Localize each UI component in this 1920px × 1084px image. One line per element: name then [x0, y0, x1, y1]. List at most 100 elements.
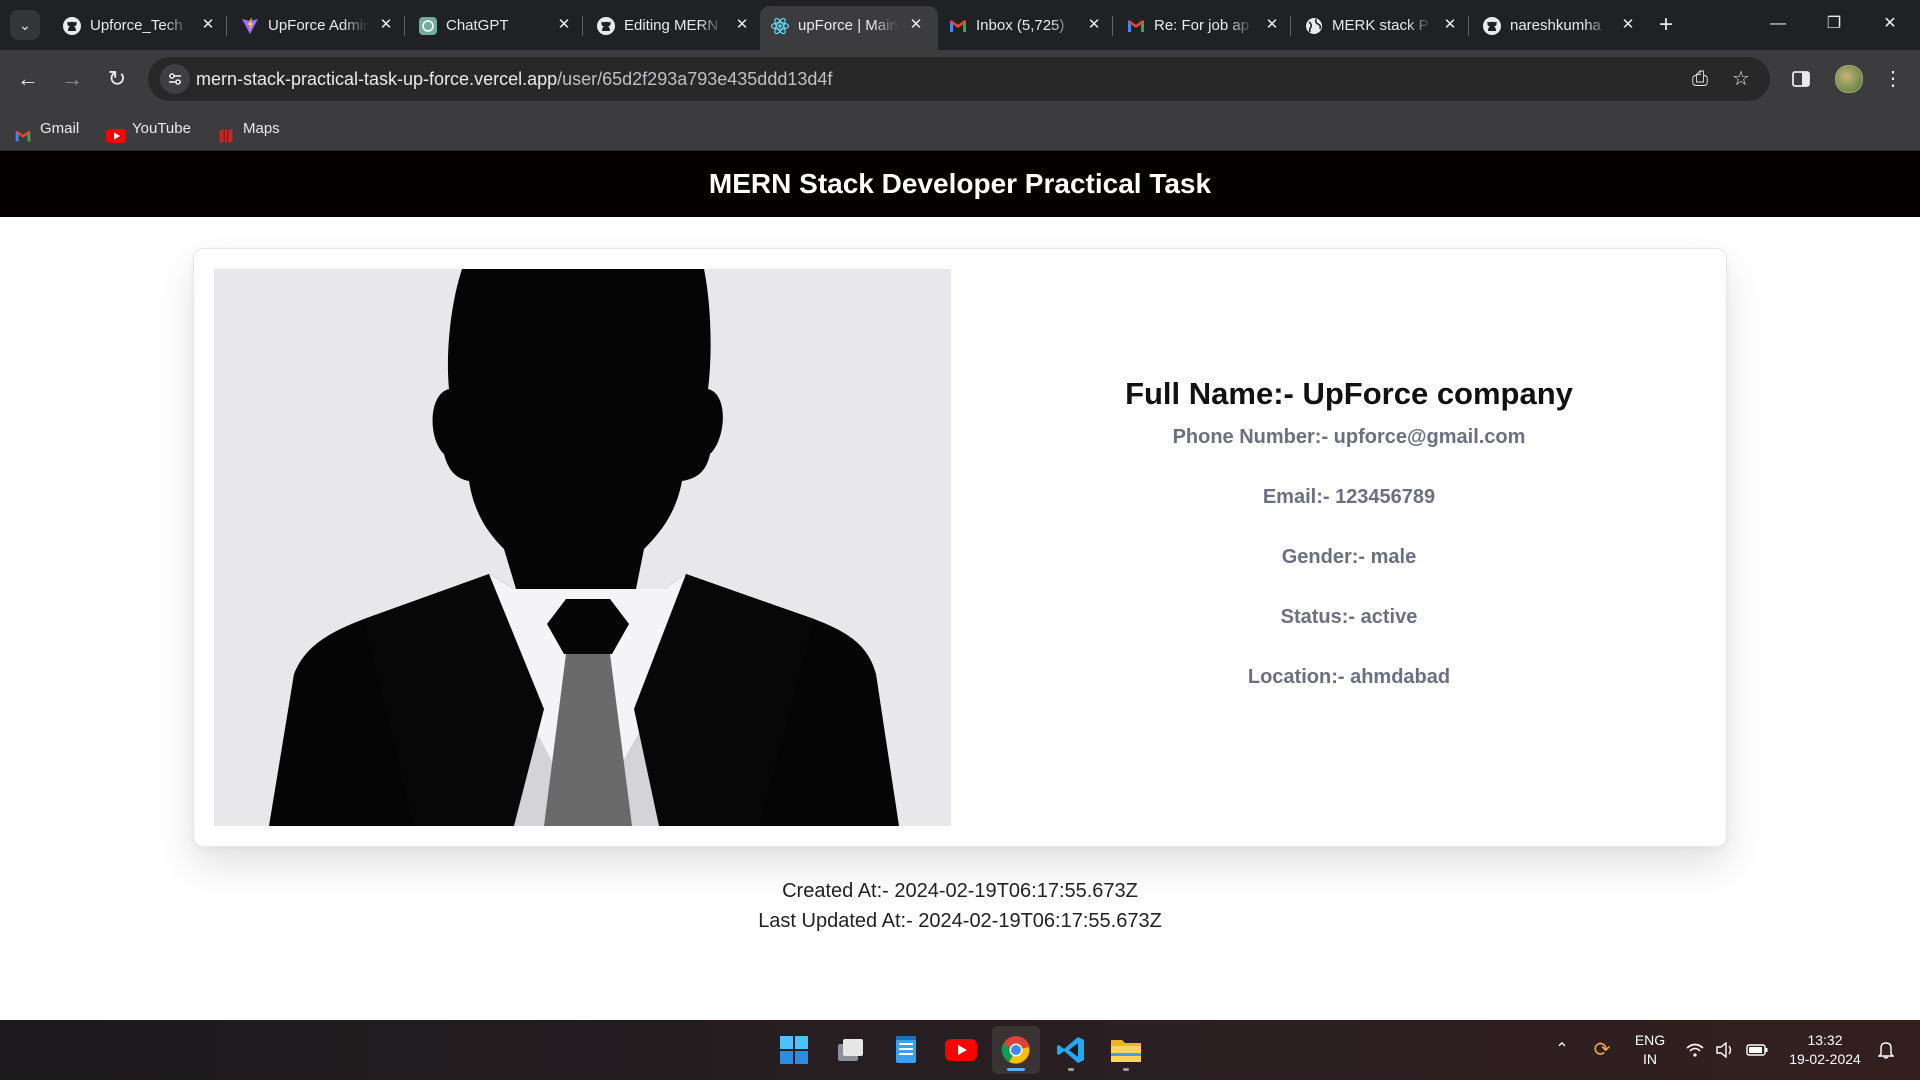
- app-header-title: MERN Stack Developer Practical Task: [708, 168, 1212, 199]
- maps-icon: [217, 120, 235, 144]
- language-indicator[interactable]: ENG IN: [1628, 1020, 1672, 1080]
- vite-icon: [240, 16, 260, 36]
- user-profile-card: Full Name:- UpForce company Phone Number…: [193, 248, 1727, 847]
- site-info-icon[interactable]: [160, 64, 190, 94]
- bookmark-label: Gmail: [40, 120, 80, 137]
- windows-taskbar: ⌃ ⟳ ENG IN 13:32 19-02-2024: [0, 1020, 1920, 1080]
- running-indicator: [1068, 1068, 1074, 1071]
- tab-editing-mern[interactable]: Editing MERN ✕: [586, 6, 764, 44]
- close-icon[interactable]: ✕: [1084, 15, 1104, 35]
- gmail-icon: [948, 16, 968, 36]
- tab-inbox[interactable]: Inbox (5,725) ✕: [938, 6, 1116, 44]
- last-updated-at: Last Updated At:- 2024-02-19T06:17:55.67…: [758, 910, 1162, 932]
- tab-search-button[interactable]: ⌄: [10, 10, 40, 40]
- address-bar[interactable]: mern-stack-practical-task-up-force.verce…: [148, 57, 1770, 101]
- task-view-icon[interactable]: [826, 1026, 874, 1074]
- tab-upforce-main[interactable]: upForce | Main ✕: [760, 6, 938, 50]
- close-icon[interactable]: ✕: [1440, 15, 1460, 35]
- tab-strip: ⌄ Upforce_Tech ✕ UpForce Admin ✕ ChatGPT…: [0, 0, 1920, 50]
- language-code: ENG: [1634, 1032, 1666, 1048]
- person-silhouette-icon: [214, 269, 951, 826]
- browser-menu-icon[interactable]: ⋮: [1878, 64, 1908, 94]
- youtube-icon: [106, 120, 126, 143]
- windows-start-icon[interactable]: [770, 1026, 818, 1074]
- region-code: IN: [1643, 1051, 1657, 1067]
- close-icon[interactable]: ✕: [554, 15, 574, 35]
- phone-number: Phone Number:- upforce@gmail.com: [1172, 426, 1526, 448]
- created-at: Created At:- 2024-02-19T06:17:55.673Z: [782, 880, 1138, 902]
- clock-time: 13:32: [1807, 1032, 1843, 1048]
- tab-separator: [1290, 16, 1291, 36]
- tab-chatgpt[interactable]: ChatGPT ✕: [408, 6, 586, 44]
- profile-details: Full Name:- UpForce company Phone Number…: [972, 249, 1726, 846]
- close-icon[interactable]: ✕: [732, 15, 752, 35]
- full-name: Full Name:- UpForce company: [1125, 376, 1573, 411]
- bookmark-star-icon[interactable]: ☆: [1726, 64, 1756, 94]
- url-path: /user/65d2f293a793e435ddd13d4f: [557, 69, 833, 89]
- bookmark-label: Maps: [243, 120, 280, 137]
- show-hidden-icons-icon[interactable]: ⌃: [1550, 1020, 1574, 1080]
- tab-separator: [582, 16, 583, 36]
- globe-icon: [1304, 16, 1324, 36]
- install-app-icon[interactable]: ⎙: [1685, 64, 1715, 94]
- tab-title: Re: For job ap: [1154, 17, 1250, 34]
- github-icon: [62, 16, 82, 36]
- profile-avatar[interactable]: [1835, 65, 1863, 93]
- close-window-button[interactable]: ✕: [1862, 0, 1918, 50]
- sync-icon[interactable]: ⟳: [1588, 1020, 1616, 1080]
- close-icon[interactable]: ✕: [376, 15, 396, 35]
- clock-date: 19-02-2024: [1789, 1051, 1861, 1067]
- tab-upforce-tech[interactable]: Upforce_Tech ✕: [52, 6, 230, 44]
- email: Email:- 123456789: [1262, 486, 1436, 508]
- app-header: MERN Stack Developer Practical Task: [0, 151, 1920, 217]
- tab-title: Upforce_Tech: [90, 17, 183, 34]
- tab-re-job[interactable]: Re: For job ap ✕: [1116, 6, 1294, 44]
- chrome-icon[interactable]: [992, 1026, 1040, 1074]
- running-indicator: [1007, 1068, 1025, 1071]
- gmail-icon: [14, 120, 32, 142]
- close-icon[interactable]: ✕: [1618, 15, 1638, 35]
- back-button[interactable]: ←: [13, 64, 43, 94]
- browser-toolbar: ← → ↻ mern-stack-practical-task-up-force…: [0, 50, 1920, 108]
- url-host: mern-stack-practical-task-up-force.verce…: [196, 69, 558, 89]
- tab-title: Inbox (5,725): [976, 17, 1065, 34]
- tab-separator: [404, 16, 405, 36]
- reload-button[interactable]: ↻: [102, 64, 132, 94]
- wifi-icon[interactable]: [1684, 1020, 1706, 1080]
- notification-bell-icon[interactable]: [1874, 1020, 1898, 1080]
- status: Status:- active: [1280, 606, 1418, 628]
- close-icon[interactable]: ✕: [906, 15, 926, 35]
- restore-button[interactable]: ❐: [1806, 0, 1862, 50]
- tab-title: UpForce Admin: [268, 17, 368, 34]
- react-icon: [770, 16, 790, 36]
- tab-merk-stack[interactable]: MERK stack P ✕: [1294, 6, 1472, 44]
- youtube-icon[interactable]: [937, 1026, 985, 1074]
- tab-title: MERK stack P: [1332, 17, 1429, 34]
- forward-button[interactable]: →: [57, 64, 87, 94]
- clock[interactable]: 13:32 19-02-2024: [1780, 1020, 1870, 1080]
- gender: Gender:- male: [1281, 546, 1417, 568]
- bookmark-label: YouTube: [132, 120, 191, 137]
- running-indicator: [1123, 1068, 1129, 1071]
- profile-photo: [214, 269, 951, 826]
- gmail-icon: [1126, 16, 1146, 36]
- url-text: mern-stack-practical-task-up-force.verce…: [196, 57, 832, 101]
- tab-nareshkumha[interactable]: nareshkumha ✕: [1472, 6, 1650, 44]
- tab-title: nareshkumha: [1510, 17, 1601, 34]
- tab-title: upForce | Main: [798, 17, 898, 34]
- tab-title: ChatGPT: [446, 17, 509, 34]
- minimize-button[interactable]: —: [1750, 0, 1806, 50]
- tab-upforce-admin[interactable]: UpForce Admin ✕: [230, 6, 408, 44]
- github-icon: [1482, 16, 1502, 36]
- vscode-icon[interactable]: [1047, 1026, 1095, 1074]
- close-icon[interactable]: ✕: [1262, 15, 1282, 35]
- battery-icon[interactable]: [1745, 1020, 1769, 1080]
- side-panel-icon[interactable]: [1786, 64, 1816, 94]
- volume-icon[interactable]: [1714, 1020, 1736, 1080]
- chatgpt-icon: [418, 16, 438, 36]
- close-icon[interactable]: ✕: [198, 15, 218, 35]
- new-tab-button[interactable]: +: [1651, 10, 1681, 40]
- file-explorer-icon[interactable]: [1102, 1026, 1150, 1074]
- tab-separator: [1112, 16, 1113, 36]
- notepad-icon[interactable]: [882, 1026, 930, 1074]
